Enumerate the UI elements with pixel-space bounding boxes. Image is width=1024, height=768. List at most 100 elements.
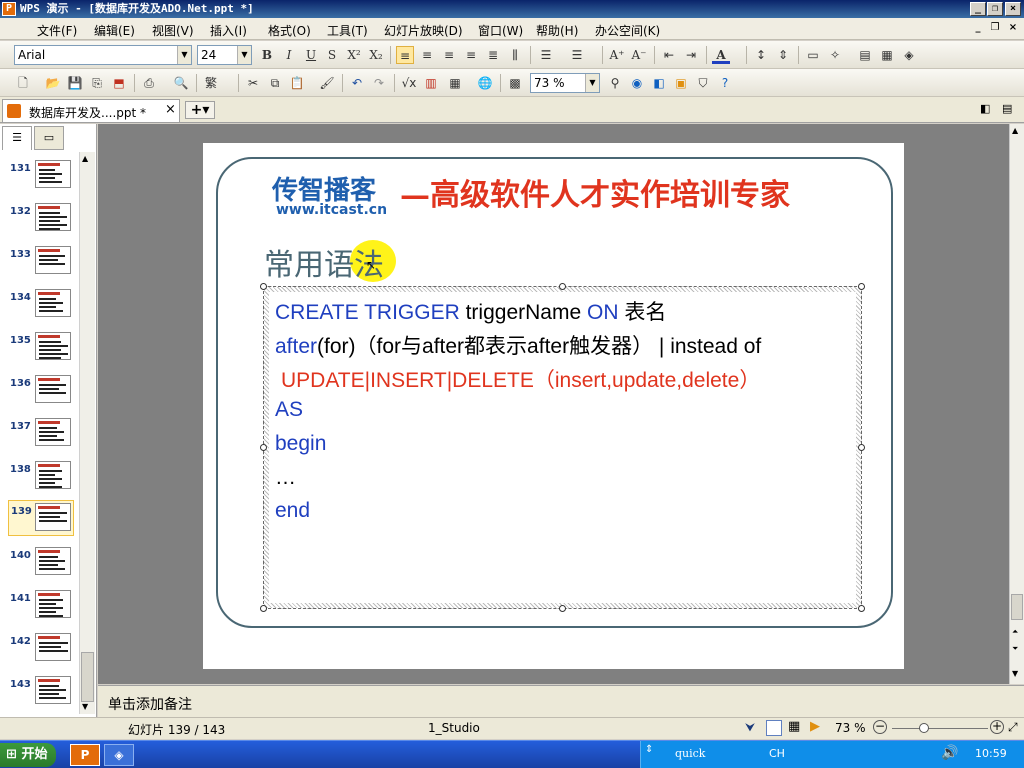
sorter-view-icon[interactable]: ▤	[1002, 102, 1012, 115]
format-painter-icon[interactable]: 🖌	[318, 74, 336, 92]
resize-handle[interactable]	[858, 444, 865, 451]
slide-thumbnail[interactable]: 136	[0, 375, 80, 415]
increase-font-icon[interactable]: A⁺	[608, 46, 626, 64]
slide-thumbnail[interactable]: 131	[0, 160, 80, 200]
align-left-icon[interactable]: ≡	[396, 46, 414, 64]
menu-window[interactable]: 窗口(W)	[478, 22, 523, 39]
resize-handle[interactable]	[559, 283, 566, 290]
scroll-up-icon[interactable]: ▲	[1012, 126, 1018, 135]
formula-icon[interactable]: √x	[400, 74, 418, 92]
chevron-down-icon[interactable]: ▼	[237, 46, 251, 64]
insert-picture-icon[interactable]: ✧	[826, 46, 844, 64]
font-color-icon[interactable]: A	[712, 46, 730, 64]
scrollbar-thumb[interactable]	[81, 652, 94, 702]
slide-thumbnail[interactable]: 134	[0, 289, 80, 329]
shadow-icon[interactable]: S	[323, 46, 341, 64]
slide-layout-icon[interactable]: ▤	[856, 46, 874, 64]
menu-file[interactable]: 文件(F)	[37, 22, 77, 39]
resize-handle[interactable]	[858, 605, 865, 612]
thumbnail-scrollbar[interactable]: ▲ ▼	[79, 152, 95, 714]
text-direction-icon[interactable]: ⫼	[506, 46, 524, 64]
font-name-combo[interactable]: Arial ▼	[14, 45, 192, 65]
wps-cloud-icon[interactable]: ◧	[650, 74, 668, 92]
slide-thumbnail[interactable]: 142	[0, 633, 80, 673]
superscript-icon[interactable]: X²	[345, 46, 363, 64]
prev-slide-icon[interactable]: ⏶	[1012, 627, 1018, 637]
justify-icon[interactable]: ≡	[462, 46, 480, 64]
resize-handle[interactable]	[260, 605, 267, 612]
redo-icon[interactable]: ↷	[370, 74, 388, 92]
slide-thumbnail[interactable]: 132	[0, 203, 80, 243]
paste-icon[interactable]: 📋	[288, 74, 306, 92]
document-tab[interactable]: 数据库开发及....ppt * ×	[2, 99, 180, 122]
wps-presentation-taskbar-icon[interactable]: P	[70, 744, 100, 766]
spellcheck-icon[interactable]: 繁	[202, 74, 220, 92]
bold-icon[interactable]: B	[258, 46, 276, 64]
scroll-down-icon[interactable]: ▼	[1012, 669, 1018, 678]
slide-thumbnail[interactable]: 138	[0, 461, 80, 501]
close-button[interactable]: ×	[1005, 2, 1021, 16]
zoom-combo[interactable]: 73 % ▼	[530, 73, 600, 93]
zoom-slider-track[interactable]	[892, 728, 988, 729]
grid-icon[interactable]: ▩	[506, 74, 524, 92]
outline-tab-icon[interactable]: ☰	[2, 126, 32, 150]
hyperlink-globe-icon[interactable]: 🌐	[476, 74, 494, 92]
distribute-icon[interactable]: ≣	[484, 46, 502, 64]
find-icon[interactable]: ⚲	[606, 74, 624, 92]
new-document-icon[interactable]: 🗋	[14, 74, 32, 92]
scroll-up-icon[interactable]: ▲	[82, 154, 88, 163]
resize-handle[interactable]	[559, 605, 566, 612]
save-icon[interactable]: 💾	[66, 74, 84, 92]
minimize-button[interactable]: _	[970, 2, 986, 16]
next-slide-icon[interactable]: ⏷	[1012, 644, 1018, 654]
menu-tools[interactable]: 工具(T)	[327, 22, 368, 39]
mdi-minimize-button[interactable]: _	[970, 22, 986, 36]
paragraph-spacing-icon[interactable]: ⇕	[774, 46, 792, 64]
insert-table-icon[interactable]: ▦	[446, 74, 464, 92]
chart-icon[interactable]: ▥	[422, 74, 440, 92]
increase-indent-icon[interactable]: ⇥	[682, 46, 700, 64]
save-as-icon[interactable]: ⎘	[88, 74, 106, 92]
sorter-view-button[interactable]: ▦	[788, 719, 800, 734]
help-icon[interactable]: ?	[716, 74, 734, 92]
menu-office-space[interactable]: 办公空间(K)	[595, 22, 660, 39]
font-size-combo[interactable]: 24 ▼	[197, 45, 252, 65]
scrollbar-thumb[interactable]	[1011, 594, 1023, 620]
mdi-close-button[interactable]: ×	[1005, 22, 1021, 36]
slide-thumbnail[interactable]: 143	[0, 676, 80, 716]
cut-icon[interactable]: ✂	[244, 74, 262, 92]
underline-icon[interactable]: U	[302, 46, 320, 64]
zoom-out-icon[interactable]: −	[873, 720, 887, 734]
copy-icon[interactable]: ⧉	[266, 74, 284, 92]
new-tab-button[interactable]: +▾	[185, 101, 215, 119]
start-button[interactable]: ⊞ 开始	[0, 743, 56, 767]
language-indicator[interactable]: CH	[769, 747, 785, 760]
chevron-down-icon[interactable]: ▼	[177, 46, 191, 64]
explorer-taskbar-icon[interactable]: ◈	[104, 744, 134, 766]
canvas-scrollbar[interactable]: ▲ ⏶ ⏷ ▼	[1009, 124, 1024, 684]
normal-view-button[interactable]	[766, 720, 782, 736]
slide-thumbnail[interactable]: 133	[0, 246, 80, 286]
skin-icon[interactable]: ⛉	[694, 74, 712, 92]
decrease-font-icon[interactable]: A⁻	[630, 46, 648, 64]
menu-format[interactable]: 格式(O)	[268, 22, 311, 39]
menu-slideshow[interactable]: 幻灯片放映(D)	[384, 22, 463, 39]
slide-thumbnail[interactable]: 141	[0, 590, 80, 630]
zoom-slider-thumb[interactable]	[919, 723, 929, 733]
print-preview-icon[interactable]: 🔍	[172, 74, 190, 92]
print-icon[interactable]: ⎙	[140, 74, 158, 92]
slide-thumbnail[interactable]: 137	[0, 418, 80, 458]
resize-handle[interactable]	[260, 444, 267, 451]
online-icon[interactable]: ◉	[628, 74, 646, 92]
align-center-icon[interactable]: ≡	[418, 46, 436, 64]
normal-view-icon[interactable]: ◧	[980, 102, 990, 115]
align-right-icon[interactable]: ≡	[440, 46, 458, 64]
menu-help[interactable]: 帮助(H)	[536, 22, 578, 39]
resize-handle[interactable]	[858, 283, 865, 290]
paint-bucket-icon[interactable]: ◈	[900, 46, 918, 64]
ime-name[interactable]: quick	[675, 747, 705, 760]
slideshow-button[interactable]: ▶	[810, 719, 820, 734]
undo-icon[interactable]: ↶	[348, 74, 366, 92]
zoom-in-icon[interactable]: +	[990, 720, 1004, 734]
wps-app-icon[interactable]: P	[2, 2, 16, 16]
